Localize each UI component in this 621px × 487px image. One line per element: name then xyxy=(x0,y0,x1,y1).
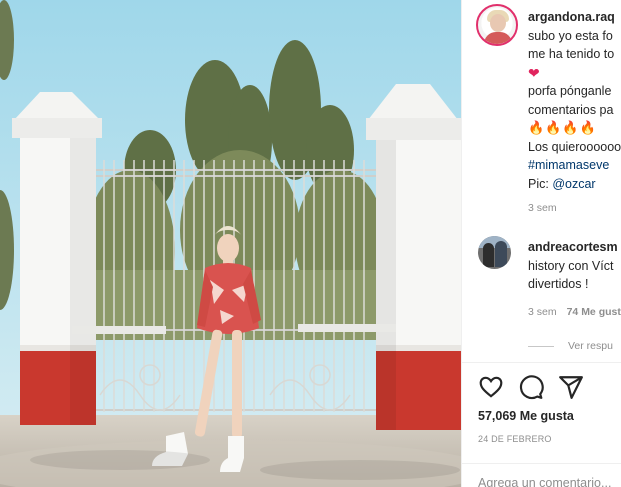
reply-meta: 3 sem 74 Me gust xyxy=(528,306,621,318)
divider xyxy=(462,362,621,363)
share-icon[interactable] xyxy=(558,374,584,400)
reply-text: andreacortesm history con Víct divertido… xyxy=(528,238,618,294)
heart-emoji-icon: ❤ xyxy=(528,64,540,81)
right-pillar xyxy=(366,84,461,430)
comment-icon[interactable] xyxy=(518,374,544,400)
avatar[interactable] xyxy=(476,4,518,46)
reply-time[interactable]: 3 sem xyxy=(528,306,557,318)
caption-hashtag[interactable]: #mimamaseve xyxy=(528,156,621,175)
view-replies-label: Ver respu xyxy=(568,340,613,352)
reply-line-1: history con Víct xyxy=(528,258,614,273)
view-replies-line xyxy=(528,345,554,347)
add-comment-input[interactable] xyxy=(478,474,621,487)
reply-username[interactable]: andreacortesm xyxy=(528,240,618,254)
divider xyxy=(462,463,621,464)
caption-line-2: me ha tenido to xyxy=(528,47,615,61)
likes-count[interactable]: 57,069 Me gusta xyxy=(478,409,574,423)
post-sidebar: argandona.raq subo yo esta fo me ha teni… xyxy=(461,0,621,487)
view-replies-button[interactable]: Ver respu xyxy=(528,340,613,352)
reply-line-2: divertidos ! xyxy=(528,277,589,291)
reply-likes[interactable]: 74 Me gust xyxy=(567,306,621,318)
caption-line-3: porfa pónganle xyxy=(528,84,612,98)
pic-label: Pic: xyxy=(528,176,553,191)
fire-emoji-icon: 🔥🔥🔥🔥 xyxy=(528,120,597,135)
caption-text: argandona.raq subo yo esta fo me ha teni… xyxy=(528,8,621,193)
caption-time[interactable]: 3 sem xyxy=(528,202,557,214)
left-pillar xyxy=(12,92,102,425)
caption-line-4: comentarios pa xyxy=(528,102,614,117)
reply-avatar[interactable] xyxy=(478,236,511,269)
caption-line-1: subo yo esta fo xyxy=(528,28,613,43)
caption-mention[interactable]: @ozcar xyxy=(552,177,595,191)
caption-line-5: Los quieroooooo xyxy=(528,139,621,154)
photo-illustration xyxy=(0,0,461,487)
caption-username[interactable]: argandona.raq xyxy=(528,10,615,24)
post-photo[interactable] xyxy=(0,0,461,487)
post-date[interactable]: 24 DE FEBRERO xyxy=(478,434,552,444)
heart-icon[interactable] xyxy=(478,374,504,400)
